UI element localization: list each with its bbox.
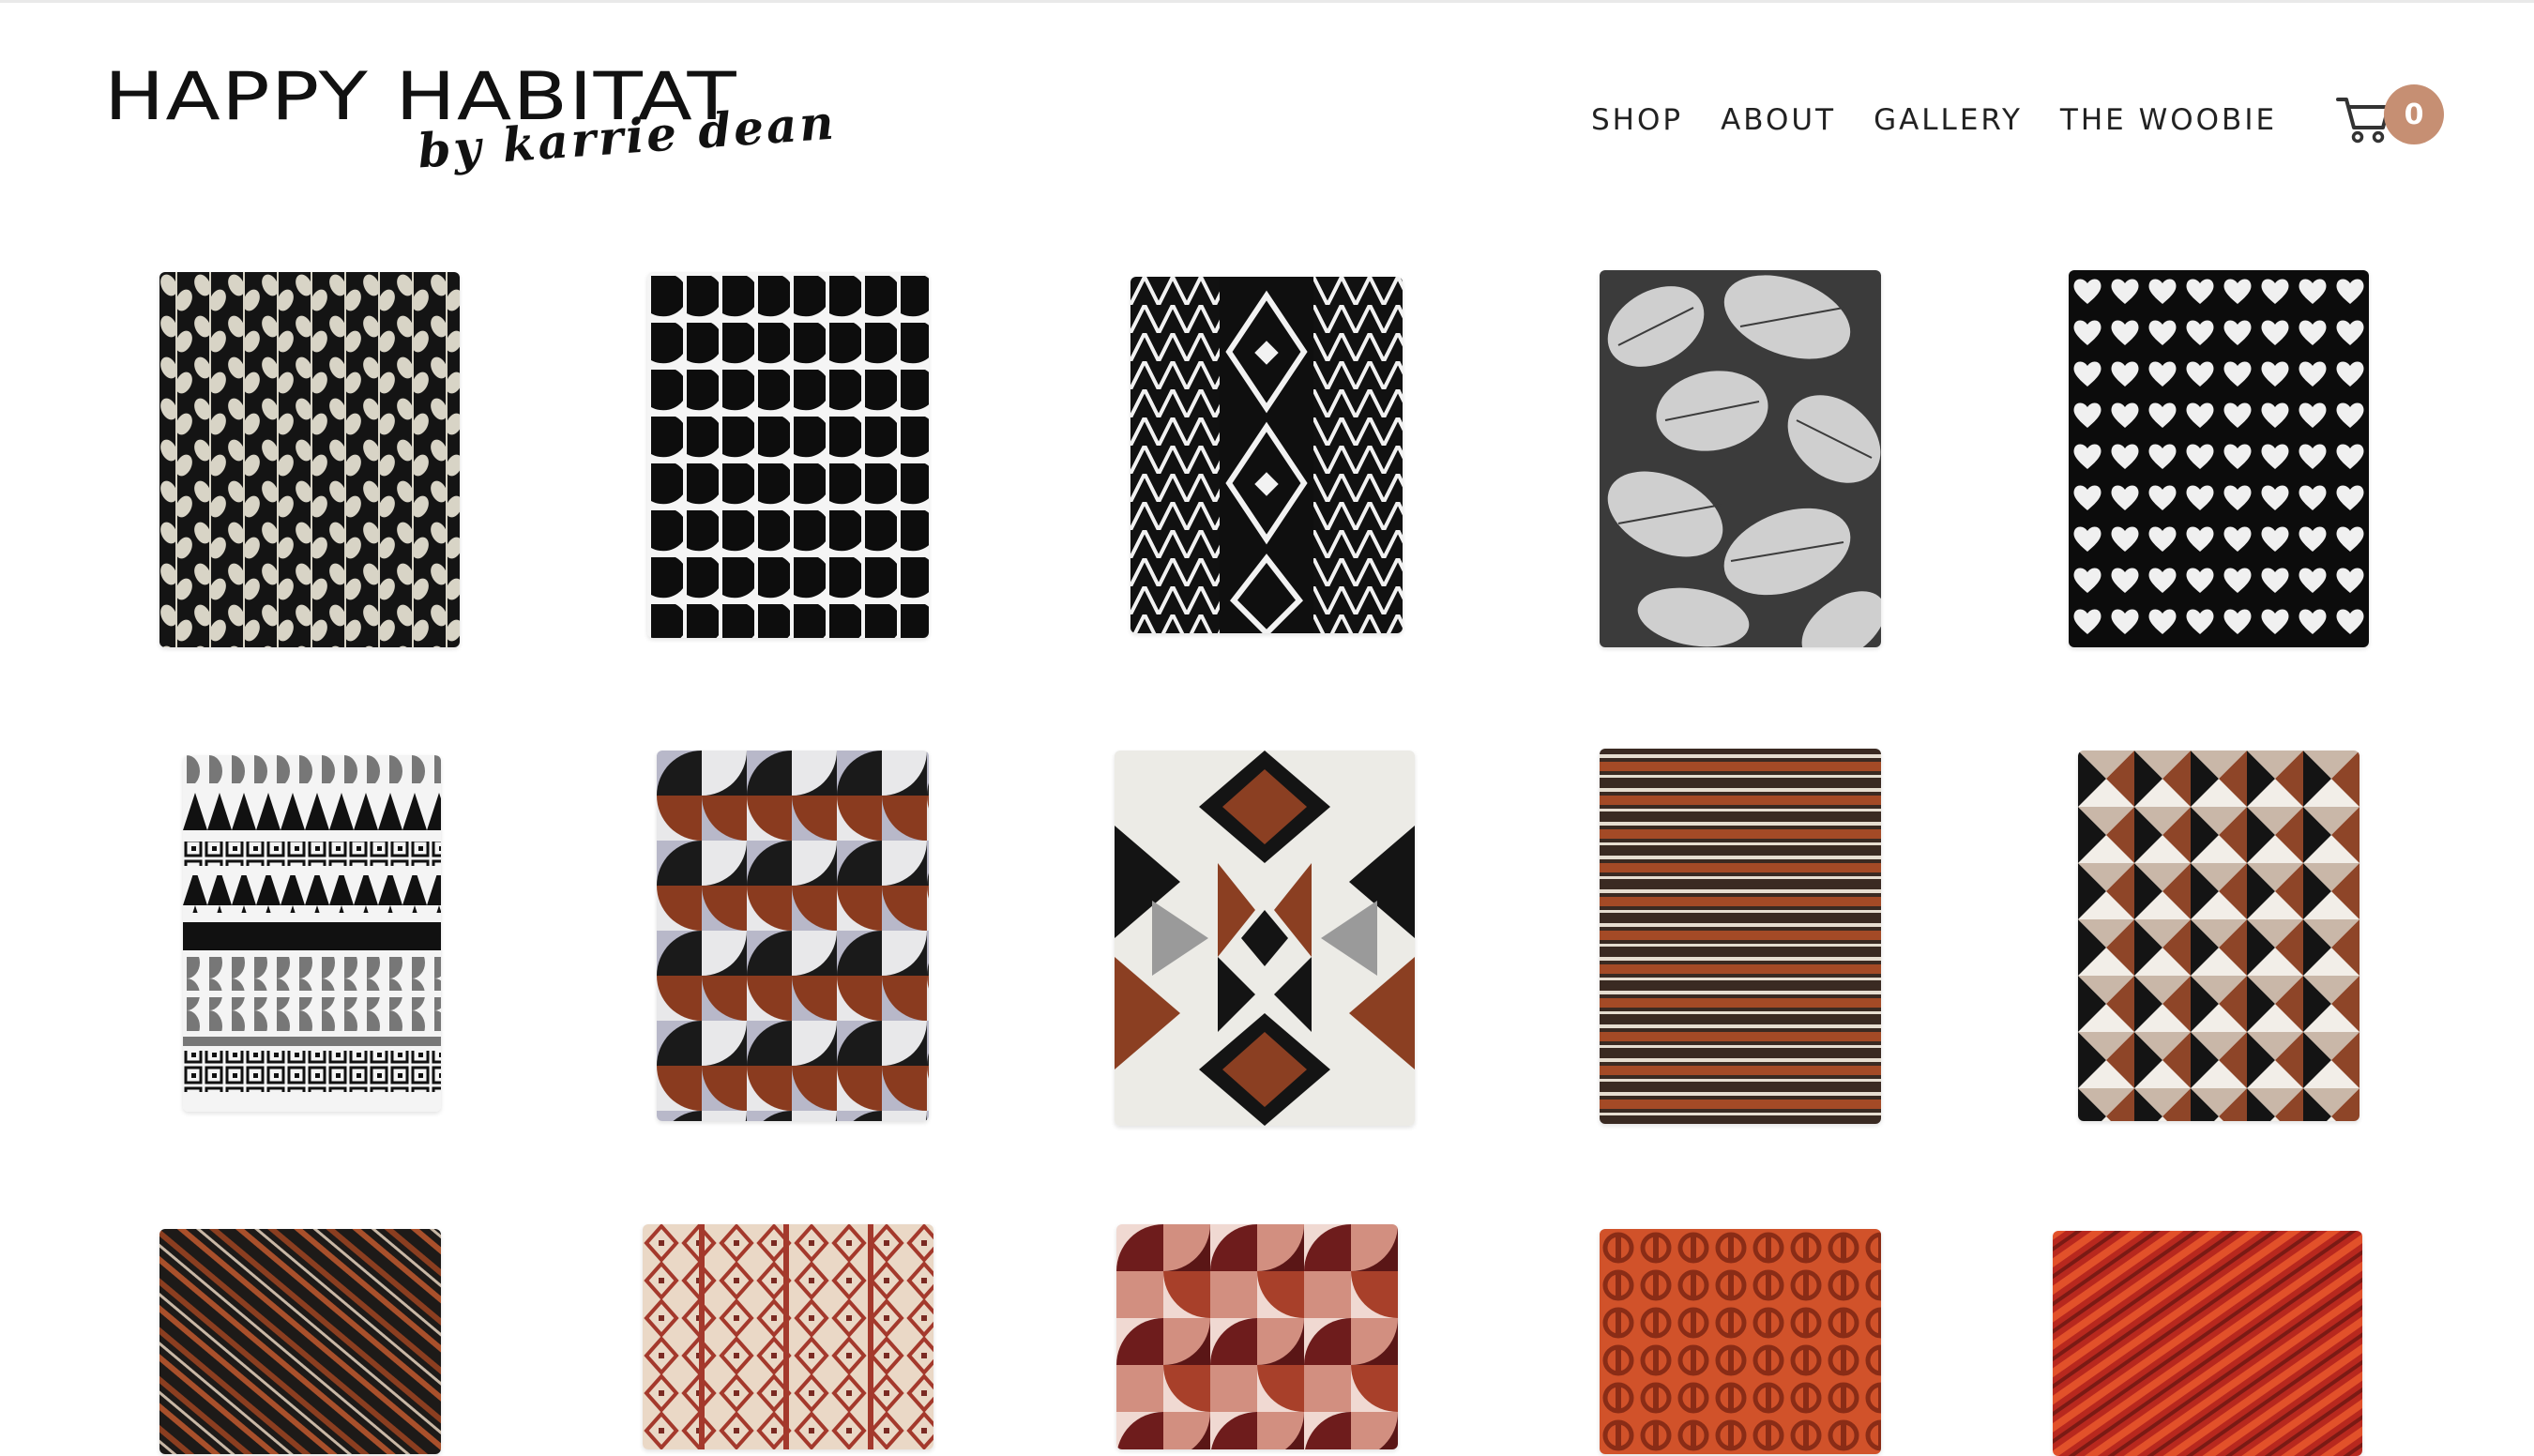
product-tile[interactable] bbox=[1115, 751, 1415, 1126]
product-tile[interactable] bbox=[643, 1224, 933, 1449]
product-image bbox=[159, 272, 460, 647]
product-grid bbox=[0, 0, 2534, 1456]
product-tile[interactable] bbox=[1130, 277, 1403, 633]
product-image bbox=[1115, 751, 1415, 1126]
product-image bbox=[183, 755, 441, 1112]
product-tile[interactable] bbox=[1600, 1229, 1881, 1454]
product-image bbox=[2078, 751, 2360, 1121]
product-image bbox=[1600, 270, 1881, 647]
product-tile[interactable] bbox=[2069, 270, 2369, 647]
product-image bbox=[647, 272, 929, 638]
product-image bbox=[2053, 1231, 2362, 1456]
product-image bbox=[657, 751, 929, 1121]
product-tile[interactable] bbox=[2078, 751, 2360, 1121]
product-tile[interactable] bbox=[159, 1229, 441, 1454]
product-tile[interactable] bbox=[1116, 1224, 1398, 1449]
product-image bbox=[1600, 749, 1881, 1124]
product-image bbox=[2069, 270, 2369, 647]
product-image bbox=[1600, 1229, 1881, 1454]
product-tile[interactable] bbox=[657, 751, 929, 1121]
product-image bbox=[643, 1224, 933, 1449]
product-tile[interactable] bbox=[1600, 270, 1881, 647]
product-tile[interactable] bbox=[2053, 1231, 2362, 1456]
product-tile[interactable] bbox=[159, 272, 460, 647]
product-image bbox=[159, 1229, 441, 1454]
product-tile[interactable] bbox=[183, 755, 441, 1112]
product-tile[interactable] bbox=[1600, 749, 1881, 1124]
product-image bbox=[1116, 1224, 1398, 1449]
product-image bbox=[1130, 277, 1403, 633]
product-tile[interactable] bbox=[647, 272, 929, 638]
